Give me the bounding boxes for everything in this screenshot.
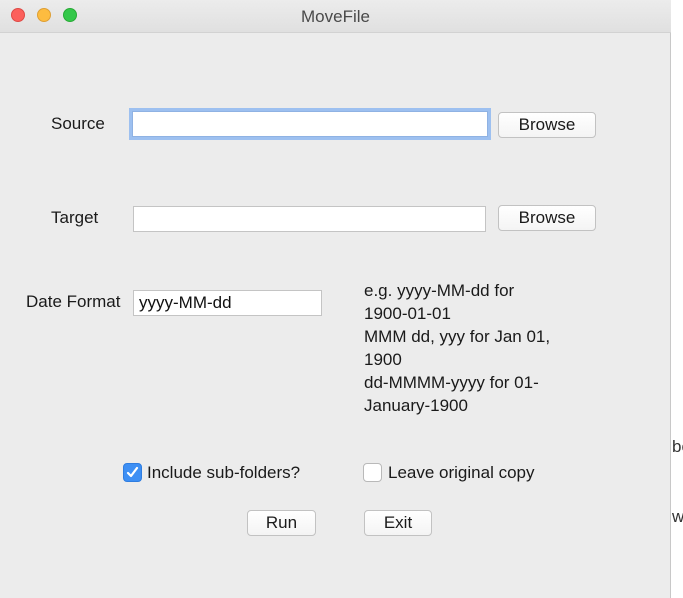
target-browse-button[interactable]: Browse: [498, 205, 596, 231]
target-input[interactable]: [133, 206, 486, 232]
date-format-hint: e.g. yyyy-MM-dd for 1900-01-01 MMM dd, y…: [364, 279, 584, 417]
background-text-fragment: wh: [672, 507, 683, 526]
date-format-label: Date Format: [26, 292, 121, 311]
hint-line: January-1900: [364, 396, 468, 415]
checkmark-icon: [126, 466, 139, 478]
hint-line: MMM dd, yyy for Jan 01,: [364, 327, 551, 346]
movefile-window: MoveFile Source Browse Target Browse Dat…: [0, 0, 671, 598]
hint-line: 1900-01-01: [364, 304, 451, 323]
date-format-input[interactable]: [133, 290, 322, 316]
window-title: MoveFile: [301, 7, 370, 26]
hint-line: 1900: [364, 350, 402, 369]
hint-line: e.g. yyyy-MM-dd for: [364, 281, 515, 300]
leave-original-checkbox[interactable]: [363, 463, 382, 482]
hint-line: dd-MMMM-yyyy for 01-: [364, 373, 539, 392]
run-button[interactable]: Run: [247, 510, 316, 536]
include-subfolders-checkbox[interactable]: [123, 463, 142, 482]
source-label: Source: [51, 114, 105, 133]
source-input[interactable]: [132, 111, 488, 137]
exit-button[interactable]: Exit: [364, 510, 432, 536]
background-text-fragment: be: [672, 437, 683, 456]
include-subfolders-label[interactable]: Include sub-folders?: [147, 463, 300, 483]
target-label: Target: [51, 208, 99, 227]
title-bar[interactable]: MoveFile: [0, 0, 671, 33]
source-browse-button[interactable]: Browse: [498, 112, 596, 138]
leave-original-label[interactable]: Leave original copy: [388, 463, 534, 483]
